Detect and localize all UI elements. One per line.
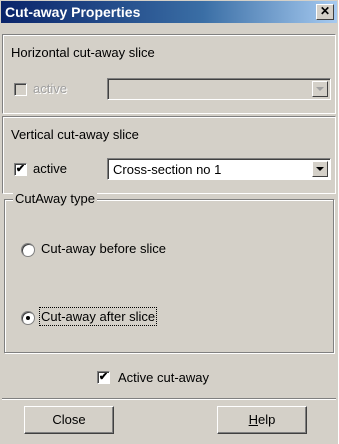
vertical-slice-label: Vertical cut-away slice: [11, 127, 139, 142]
vertical-slice-select[interactable]: Cross-section no 1: [107, 158, 331, 180]
vertical-active-label: active: [33, 161, 67, 176]
cutaway-type-group: CutAway type Cut-away before slice Cut-a…: [4, 191, 334, 353]
divider: [2, 399, 336, 400]
horizontal-slice-panel: Horizontal cut-away slice active: [2, 34, 336, 114]
horizontal-slice-select[interactable]: [107, 78, 331, 100]
cutaway-after-label[interactable]: Cut-away after slice: [38, 307, 158, 326]
check-icon: ✔: [15, 163, 26, 175]
close-button[interactable]: Close: [24, 406, 114, 434]
cutaway-before-label[interactable]: Cut-away before slice: [41, 241, 166, 256]
active-cutaway-label: Active cut-away: [118, 370, 210, 385]
horizontal-slice-label: Horizontal cut-away slice: [11, 45, 155, 60]
active-cutaway-area: ✔ Active cut-away: [2, 356, 336, 400]
help-button-rest: elp: [258, 412, 276, 427]
cutaway-properties-dialog: Cut-away Properties ✕ Horizontal cut-awa…: [0, 0, 338, 444]
vertical-slice-value: Cross-section no 1: [113, 162, 222, 177]
active-cutaway-checkbox[interactable]: ✔: [97, 371, 110, 384]
chevron-down-icon: [316, 87, 324, 91]
radio-selected-dot: [26, 316, 30, 320]
check-icon: ✔: [98, 371, 109, 383]
vertical-active-checkbox[interactable]: ✔: [14, 163, 27, 176]
horizontal-active-checkbox[interactable]: [14, 83, 27, 96]
close-window-button[interactable]: ✕: [316, 4, 334, 20]
horizontal-active-label: active: [33, 81, 67, 96]
help-button[interactable]: Help: [217, 406, 307, 434]
cutaway-type-label: CutAway type: [13, 191, 97, 206]
help-mnemonic: H: [248, 412, 259, 427]
dialog-title: Cut-away Properties: [5, 4, 141, 20]
vertical-dropdown-button[interactable]: [312, 161, 328, 177]
horizontal-dropdown-button[interactable]: [312, 81, 328, 97]
radio-cutaway-after[interactable]: [21, 311, 35, 325]
vertical-slice-panel: Vertical cut-away slice ✔ active Cross-s…: [2, 116, 336, 194]
radio-cutaway-before[interactable]: [21, 243, 35, 257]
title-bar: Cut-away Properties ✕: [1, 1, 337, 23]
chevron-down-icon: [316, 167, 324, 171]
